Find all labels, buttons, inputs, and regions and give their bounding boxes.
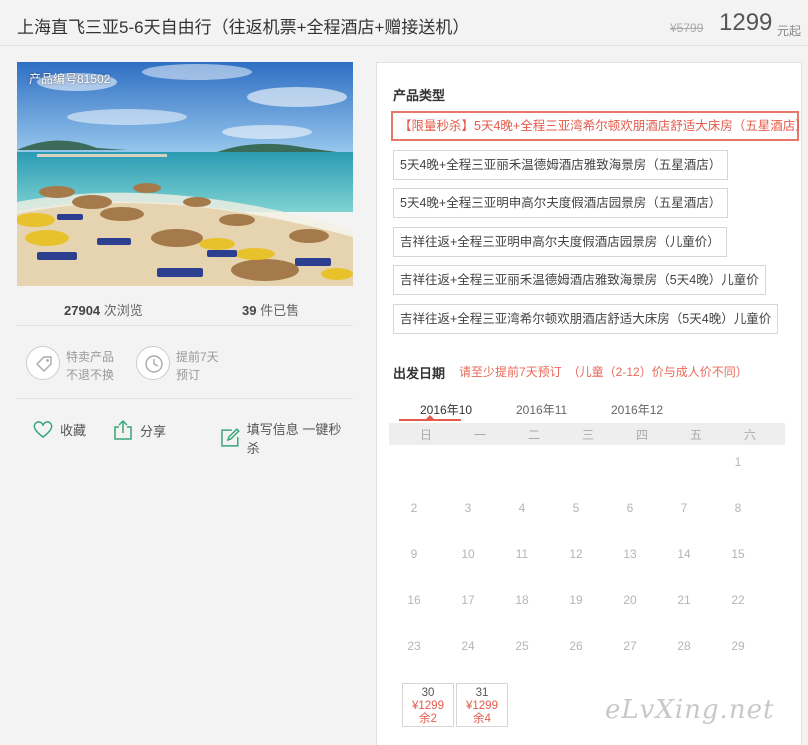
package-option-5[interactable]: 吉祥往返+全程三亚丽禾温德姆酒店雅致海景房（5天4晚）儿童价 <box>393 265 766 295</box>
weekday-thu: 四 <box>635 428 648 442</box>
share-label: 分享 <box>140 423 167 439</box>
tag-icon <box>26 346 60 380</box>
action-bar: 收藏 分享 填写信息 一键秒杀 <box>17 398 353 456</box>
watermark: eLvXing.net <box>605 695 775 725</box>
tab-month-nov[interactable]: 2016年11 <box>516 401 567 418</box>
current-price: 1299 <box>719 9 773 36</box>
calendar-day: 5 <box>572 501 580 515</box>
weekday-mon: 一 <box>473 428 486 442</box>
sold-count: 39 <box>242 303 257 318</box>
weekday-fri: 五 <box>689 428 702 442</box>
weekday-header: 日 一 二 三 四 五 六 <box>389 423 785 445</box>
day-remaining: 余4 <box>473 713 491 725</box>
calendar-day: 4 <box>518 501 526 515</box>
calendar-day: 12 <box>569 547 583 561</box>
calendar-day: 24 <box>461 639 475 653</box>
calendar-day: 19 <box>569 593 583 607</box>
calendar-day: 9 <box>410 547 418 561</box>
heart-icon <box>33 421 53 438</box>
date-note: 请至少提前7天预订 （儿童（2-12）价与成人价不同） <box>459 365 748 379</box>
calendar-day: 29 <box>731 639 745 653</box>
price-unit: 元起 <box>777 24 802 38</box>
share-icon <box>114 419 132 440</box>
product-code: 产品编号81502 <box>29 72 111 86</box>
departure-date-title: 出发日期 <box>393 366 446 381</box>
calendar-day: 25 <box>515 639 529 653</box>
calendar-day: 17 <box>461 593 475 607</box>
feature-sale-line1: 特卖产品 <box>66 350 115 364</box>
title-bar: 上海直飞三亚5-6天自由行（往返机票+全程酒店+赠接送机） ¥5799 1299… <box>0 0 808 46</box>
day-remaining: 余2 <box>419 713 437 725</box>
feature-advance-line1: 提前7天 <box>176 350 219 364</box>
fill-info-button[interactable]: 填写信息 一键秒杀 <box>219 419 353 457</box>
calendar-day: 2 <box>410 501 418 515</box>
calendar-day: 7 <box>680 501 688 515</box>
calendar-day: 20 <box>623 593 637 607</box>
sold-label: 件已售 <box>260 303 300 318</box>
beach-photo-illustration <box>17 62 353 286</box>
calendar-day: 18 <box>515 593 529 607</box>
calendar-day: 6 <box>626 501 634 515</box>
calendar-day: 1 <box>734 455 742 469</box>
calendar-day: 27 <box>623 639 637 653</box>
day-number: 30 <box>421 687 435 699</box>
fill-info-label: 填写信息 一键秒杀 <box>246 422 342 456</box>
product-photo[interactable]: 产品编号81502 <box>17 62 353 286</box>
edit-icon <box>221 428 240 447</box>
package-option-4[interactable]: 吉祥往返+全程三亚明申高尔夫度假酒店园景房（儿童价） <box>393 227 727 257</box>
calendar-day: 3 <box>464 501 472 515</box>
calendar-day: 16 <box>407 593 421 607</box>
day-price: ¥1299 <box>412 700 444 712</box>
day-price: ¥1299 <box>466 700 498 712</box>
calendar-day: 11 <box>515 547 529 561</box>
calendar-day: 26 <box>569 639 583 653</box>
package-option-3[interactable]: 5天4晚+全程三亚明申高尔夫度假酒店园景房（五星酒店） <box>393 188 729 218</box>
booking-panel: 产品类型 【限量秒杀】5天4晚+全程三亚湾希尔顿欢朋酒店舒适大床房（五星酒店） … <box>376 62 808 745</box>
tab-month-dec[interactable]: 2016年12 <box>611 401 663 418</box>
calendar-day-available[interactable]: 31 ¥1299 余4 <box>456 683 508 727</box>
favorite-button[interactable]: 收藏 <box>32 419 86 439</box>
calendar-day: 15 <box>731 547 745 561</box>
calendar-day: 14 <box>677 547 691 561</box>
calendar-day: 23 <box>407 639 421 653</box>
product-type-title: 产品类型 <box>393 88 446 103</box>
views-stat: 27904 次浏览 <box>64 300 143 319</box>
calendar-day: 22 <box>731 593 745 607</box>
calendar-day: 13 <box>623 547 637 561</box>
package-option-1[interactable]: 【限量秒杀】5天4晚+全程三亚湾希尔顿欢朋酒店舒适大床房（五星酒店） <box>391 111 808 141</box>
weekday-sun: 日 <box>419 428 432 442</box>
calendar-day: 21 <box>677 593 691 607</box>
sold-stat: 39 件已售 <box>242 300 299 319</box>
views-count: 27904 <box>64 303 101 318</box>
active-month-underline <box>399 419 461 421</box>
calendar-day: 28 <box>677 639 691 653</box>
feature-advance-text: 提前7天 预订 <box>176 348 246 384</box>
feature-advance-line2: 预订 <box>176 368 201 382</box>
day-number: 31 <box>475 687 489 699</box>
feature-sale-line2: 不退不换 <box>66 368 115 382</box>
weekday-wed: 三 <box>581 428 594 442</box>
weekday-tue: 二 <box>527 428 540 442</box>
package-option-6[interactable]: 吉祥往返+全程三亚湾希尔顿欢朋酒店舒适大床房（5天4晚）儿童价 <box>393 304 779 334</box>
month-tabs: 2016年10 2016年11 2016年12 <box>389 397 785 421</box>
calendar-day: 10 <box>461 547 475 561</box>
active-month-arrow-icon <box>426 415 434 419</box>
weekday-sat: 六 <box>743 428 756 442</box>
favorite-label: 收藏 <box>60 422 87 438</box>
product-title: 上海直飞三亚5-6天自由行（往返机票+全程酒店+赠接送机） <box>17 18 470 37</box>
stats-bar: 27904 次浏览 39 件已售 <box>17 290 353 326</box>
clock-icon <box>136 346 170 380</box>
share-button[interactable]: 分享 <box>112 419 166 441</box>
feature-sale-text: 特卖产品 不退不换 <box>66 348 136 384</box>
original-price: ¥5799 <box>670 21 704 35</box>
package-option-2[interactable]: 5天4晚+全程三亚丽禾温德姆酒店雅致海景房（五星酒店） <box>393 150 729 180</box>
calendar-day: 8 <box>734 501 742 515</box>
views-label: 次浏览 <box>103 303 143 318</box>
calendar-day-available[interactable]: 30 ¥1299 余2 <box>402 683 454 727</box>
